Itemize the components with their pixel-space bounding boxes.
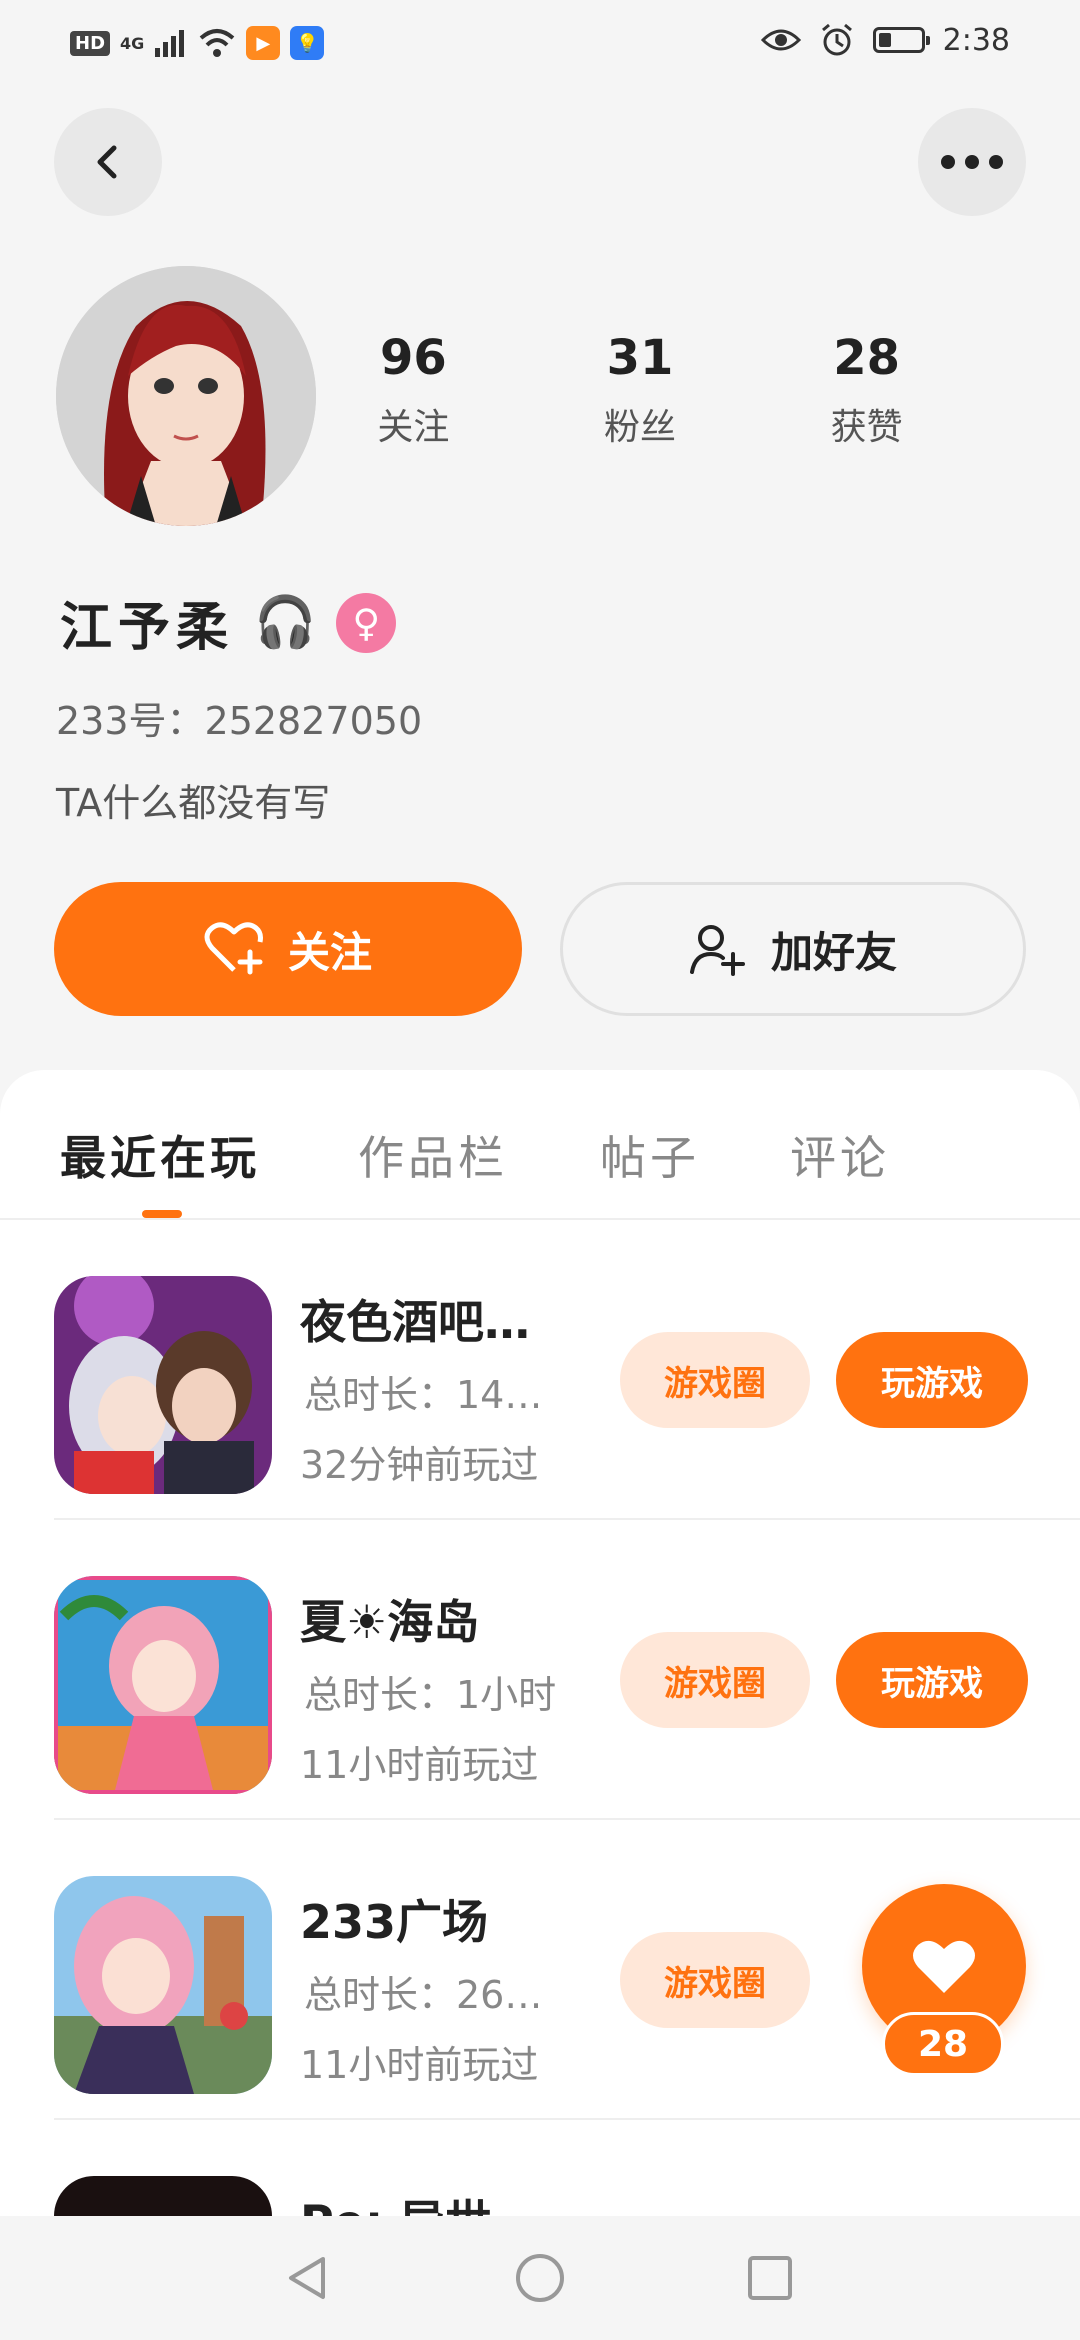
username-row: 江予柔 🎧 ♀ — [60, 585, 397, 660]
stat-following-label: 关注 — [377, 407, 450, 448]
alarm-icon — [821, 23, 852, 56]
hd-badge: HD — [70, 30, 111, 56]
system-navigation-bar — [0, 2216, 1080, 2340]
tab-posts[interactable]: 帖子 — [600, 1122, 700, 1188]
gender-female-icon: ♀ — [336, 592, 397, 653]
stat-following[interactable]: 96 关注 — [300, 330, 527, 450]
add-friend-button[interactable]: 加好友 — [560, 882, 1026, 1016]
play-game-button[interactable]: 玩游戏 — [836, 1332, 1028, 1428]
avatar-illustration — [56, 266, 316, 526]
triangle-back-icon — [289, 2257, 325, 2299]
game-thumbnail-art — [54, 1876, 272, 2094]
nav-recents-button[interactable] — [742, 2250, 798, 2306]
avatar[interactable] — [56, 266, 316, 526]
game-circle-button[interactable]: 游戏圈 — [620, 1932, 810, 2028]
stat-following-count: 96 — [379, 330, 447, 386]
follow-button-label: 关注 — [287, 927, 372, 977]
heart-plus-icon — [204, 922, 263, 975]
wifi-icon — [199, 29, 235, 57]
game-thumbnail[interactable] — [54, 1276, 272, 1494]
more-horizontal-icon — [941, 155, 1003, 169]
game-total-duration: 总时长：14… — [304, 1373, 543, 1417]
nav-home-button[interactable] — [512, 2250, 568, 2306]
tab-recently-played[interactable]: 最近在玩 — [60, 1122, 260, 1188]
tab-comments[interactable]: 评论 — [790, 1122, 890, 1188]
game-total-duration: 总时长：26… — [304, 1973, 543, 2017]
game-thumbnail[interactable] — [54, 1876, 272, 2094]
username: 江予柔 — [60, 598, 235, 658]
stat-likes-label: 获赞 — [830, 407, 903, 448]
game-last-played: 11小时前玩过 — [300, 1743, 539, 1787]
status-left-icons: HD 4G ▶ 💡 — [70, 26, 325, 60]
play-game-button[interactable]: 玩游戏 — [836, 1632, 1028, 1728]
signal-icon — [155, 30, 185, 57]
list-item[interactable]: 夏☀海岛 总时长：1小时 11小时前玩过 游戏圈 玩游戏 — [0, 1520, 1080, 1820]
video-app-icon: ▶ — [246, 26, 281, 60]
add-user-icon — [689, 925, 745, 976]
game-thumbnail-art — [54, 1576, 272, 1794]
game-circle-button[interactable]: 游戏圈 — [620, 1332, 810, 1428]
status-right-icons: 2:38 — [760, 22, 1010, 58]
profile-stats: 96 关注 31 粉丝 28 获赞 — [300, 330, 980, 450]
game-circle-button[interactable]: 游戏圈 — [620, 1632, 810, 1728]
bulb-app-icon: 💡 — [290, 26, 325, 60]
stat-likes[interactable]: 28 获赞 — [753, 330, 980, 450]
nav-back-button[interactable] — [280, 2250, 336, 2306]
profile-tabs: 最近在玩 作品栏 帖子 评论 — [0, 1070, 1080, 1220]
user-bio: TA什么都没有写 — [56, 781, 331, 825]
stat-fans-label: 粉丝 — [604, 407, 677, 448]
follow-button[interactable]: 关注 — [54, 882, 522, 1016]
list-item[interactable]: 夜色酒吧… 总时长：14… 32分钟前玩过 游戏圈 玩游戏 — [0, 1220, 1080, 1520]
game-title: 233广场 — [300, 1895, 489, 1949]
game-last-played: 11小时前玩过 — [300, 2043, 539, 2087]
game-title: 夏☀海岛 — [300, 1595, 480, 1649]
add-friend-button-label: 加好友 — [770, 927, 897, 977]
game-total-duration: 总时长：1小时 — [304, 1673, 557, 1717]
stat-likes-count: 28 — [833, 330, 901, 386]
chevron-left-icon — [97, 145, 117, 179]
game-thumbnail[interactable] — [54, 2176, 272, 2216]
game-title: Pe: 异世… — [300, 2186, 600, 2216]
game-title: 夜色酒吧… — [300, 1295, 530, 1349]
status-time: 2:38 — [942, 22, 1010, 58]
like-count-badge: 28 — [882, 2012, 1004, 2076]
user-id: 233号：252827050 — [56, 699, 423, 743]
battery-fill — [878, 33, 891, 47]
stat-fans-count: 31 — [606, 330, 674, 386]
game-last-played: 32分钟前玩过 — [300, 1443, 539, 1487]
heart-icon — [913, 1940, 975, 1993]
game-thumbnail-art — [54, 1276, 272, 1494]
eye-icon — [760, 29, 801, 51]
back-button[interactable] — [54, 108, 162, 216]
tab-works[interactable]: 作品栏 — [358, 1122, 508, 1188]
status-bar: HD 4G ▶ 💡 2:38 — [0, 0, 1080, 90]
tab-active-indicator — [142, 1210, 182, 1218]
more-button[interactable] — [918, 108, 1026, 216]
game-thumbnail[interactable] — [54, 1576, 272, 1794]
stat-fans[interactable]: 31 粉丝 — [527, 330, 754, 450]
battery-icon — [872, 27, 930, 53]
headphones-icon: 🎧 — [254, 593, 317, 651]
circle-home-icon — [516, 2254, 564, 2302]
list-item[interactable]: Pe: 异世… — [0, 2120, 1080, 2216]
network-label: 4G — [120, 33, 145, 53]
square-recents-icon — [748, 2256, 792, 2300]
